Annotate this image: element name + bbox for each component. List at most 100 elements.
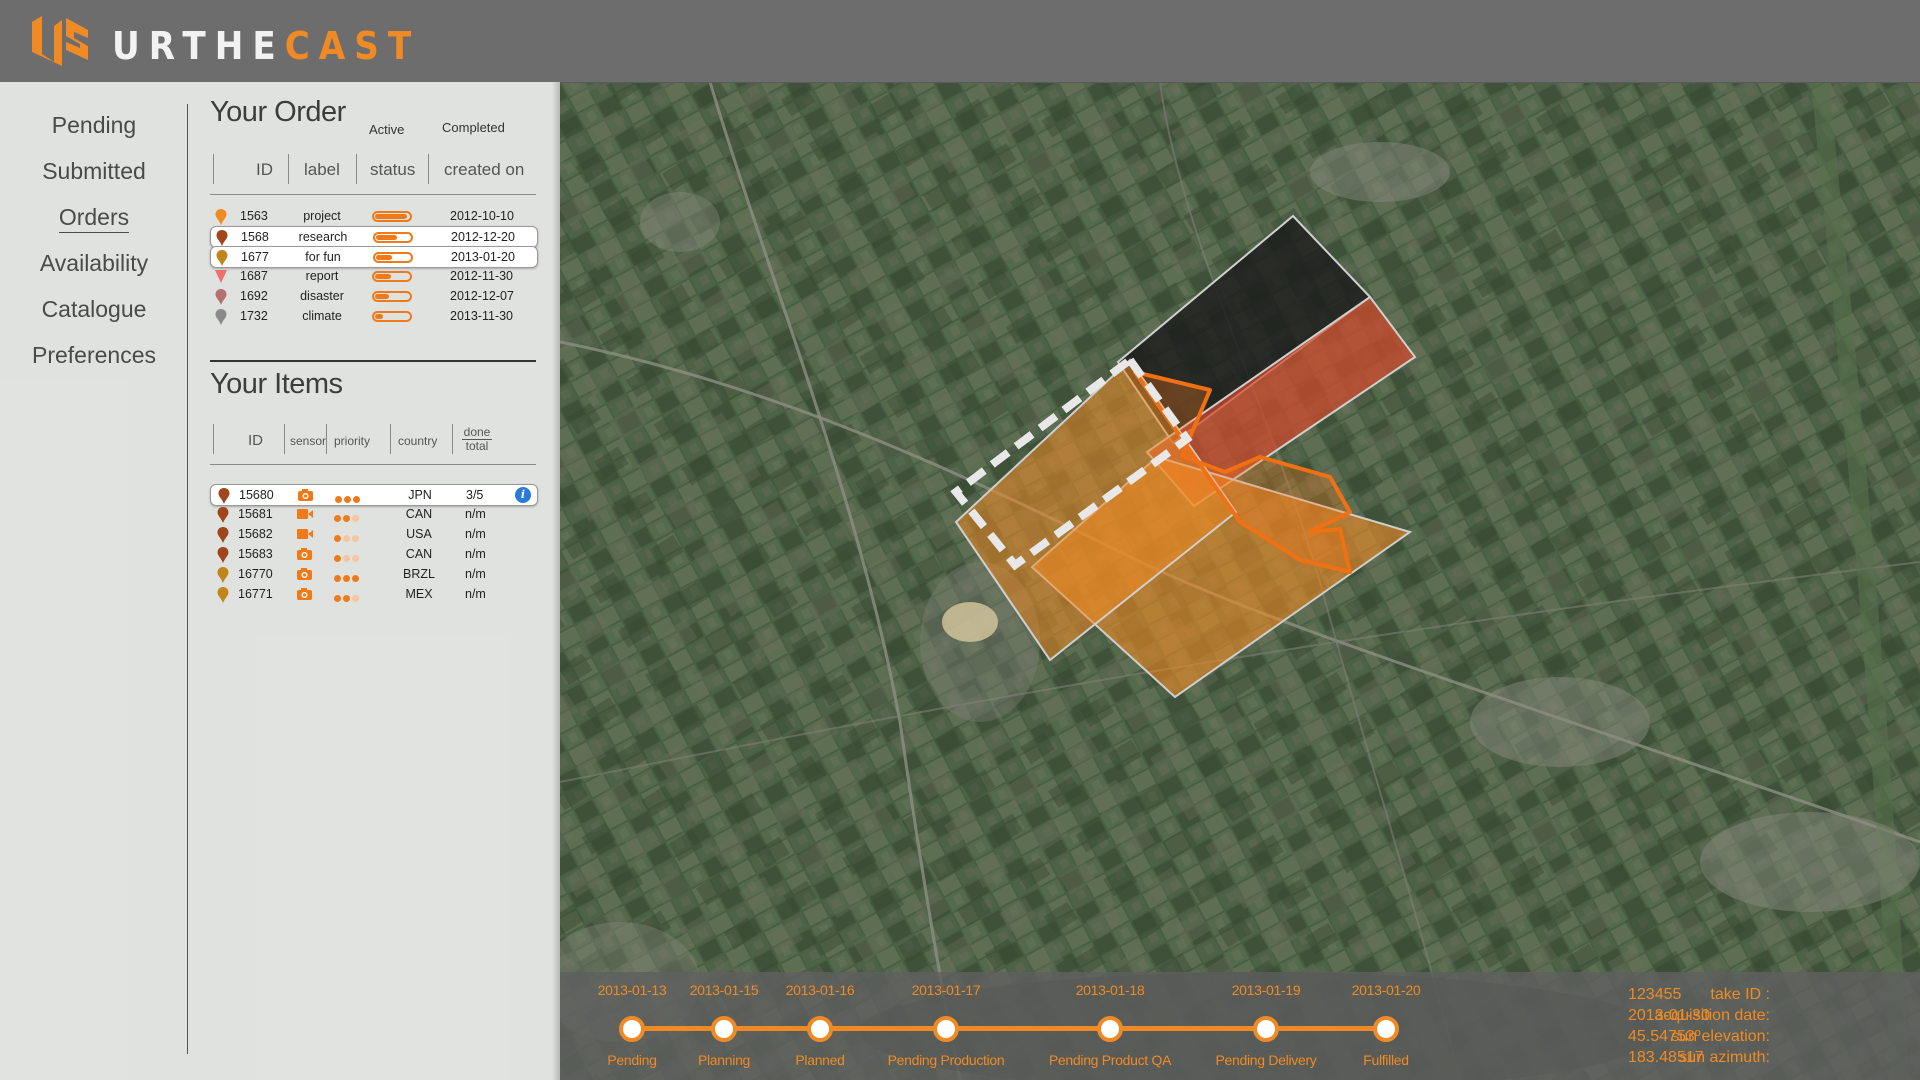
table-header-rule (210, 194, 536, 195)
info-icon[interactable]: i (515, 487, 531, 503)
item-id: 15681 (238, 507, 273, 521)
priority-dot (343, 535, 350, 542)
timeline-node[interactable] (807, 1016, 833, 1042)
order-col-label[interactable]: label (304, 160, 340, 180)
item-row[interactable]: 15681 CAN n/m (210, 504, 536, 526)
order-status-bar (372, 311, 412, 322)
item-row[interactable]: 15682 USA n/m (210, 524, 536, 546)
priority-indicator (334, 571, 361, 585)
order-created-date: 2012-12-07 (450, 289, 514, 303)
order-status-bar (372, 291, 412, 302)
items-col-country[interactable]: country (398, 434, 437, 448)
nav-item-catalogue[interactable]: Catalogue (0, 286, 188, 332)
nav-item-label: Catalogue (41, 296, 147, 322)
timeline-date: 2013-01-20 (1351, 982, 1421, 998)
items-col-done: done (462, 425, 492, 440)
nav-item-label: Preferences (31, 342, 156, 368)
items-col-sensor[interactable]: sensor (290, 434, 326, 448)
timeline-node[interactable] (619, 1016, 645, 1042)
timeline-node[interactable] (711, 1016, 737, 1042)
nav-item-submitted[interactable]: Submitted (0, 148, 188, 194)
order-created-date: 2012-11-30 (450, 269, 514, 283)
nav-item-label: Submitted (42, 158, 146, 184)
satellite-map[interactable] (560, 82, 1920, 1080)
order-label: disaster (300, 289, 344, 303)
order-status-bar (372, 271, 412, 282)
order-created-date: 2013-11-30 (450, 309, 514, 323)
column-divider (213, 424, 214, 454)
item-row[interactable]: 16770 BRZL n/m (210, 564, 536, 586)
item-country: CAN (405, 507, 433, 521)
priority-dot (352, 575, 359, 582)
triangle-marker-icon (215, 270, 227, 283)
map-pin-icon (217, 587, 229, 603)
timeline-node[interactable] (1373, 1016, 1399, 1042)
nav-item-availability[interactable]: Availability (0, 240, 188, 286)
item-row[interactable]: 15683 CAN n/m (210, 544, 536, 566)
map-pin-icon (217, 527, 229, 543)
order-row[interactable]: 1732 climate 2013-11-30 (210, 306, 536, 328)
column-divider (284, 424, 285, 454)
item-row[interactable]: 15680 JPN 3/5 i (210, 484, 538, 506)
timeline-stage-label: Pending Product QA (1048, 1052, 1172, 1068)
nav-item-label: Orders (58, 204, 130, 233)
nav-item-orders[interactable]: Orders (0, 194, 188, 240)
timeline-stage-label: Fulfilled (1363, 1052, 1409, 1068)
order-col-id[interactable]: ID (256, 160, 273, 180)
tab-completed[interactable]: Completed (442, 120, 505, 135)
timeline-stage-label: Pending Delivery (1215, 1052, 1317, 1068)
order-label: climate (302, 309, 342, 323)
side-panel: Pending Submitted Orders Availability Ca… (0, 82, 560, 1080)
order-row[interactable]: 1568 research 2012-12-20 (210, 226, 538, 248)
timeline-node[interactable] (933, 1016, 959, 1042)
items-col-total: total (465, 439, 489, 453)
item-progress: n/m (465, 507, 486, 521)
timeline-node[interactable] (1097, 1016, 1123, 1042)
order-col-status[interactable]: status (370, 160, 415, 180)
order-row[interactable]: 1687 report 2012-11-30 (210, 266, 536, 288)
priority-dot (334, 555, 341, 562)
order-status-bar (373, 252, 413, 263)
order-label: project (303, 209, 341, 223)
order-id: 1568 (241, 230, 269, 244)
map-pin-icon (216, 230, 228, 246)
video-icon (297, 529, 313, 539)
item-id: 16771 (238, 587, 273, 601)
order-id: 1677 (241, 250, 269, 264)
order-row[interactable]: 1563 project 2012-10-10 (210, 206, 536, 228)
column-divider (326, 424, 327, 454)
items-col-priority[interactable]: priority (334, 434, 370, 448)
order-col-created[interactable]: created on (444, 160, 524, 180)
nav-item-preferences[interactable]: Preferences (0, 332, 188, 378)
table-header-rule (210, 464, 536, 465)
timeline-date: 2013-01-17 (911, 982, 981, 998)
nav-item-label: Pending (51, 112, 137, 138)
order-id: 1732 (240, 309, 268, 323)
order-row[interactable]: 1692 disaster 2012-12-07 (210, 286, 536, 308)
item-country: USA (406, 527, 432, 541)
video-icon (297, 509, 313, 519)
column-divider (452, 424, 453, 454)
main-nav: Pending Submitted Orders Availability Ca… (0, 102, 188, 378)
items-col-done-total[interactable]: done total (462, 426, 492, 453)
timeline-node[interactable] (1253, 1016, 1279, 1042)
map-pin-icon (215, 209, 227, 225)
item-id: 15682 (238, 527, 273, 541)
urthecast-logo-icon[interactable] (30, 14, 90, 66)
item-row[interactable]: 16771 MEX n/m (210, 584, 536, 606)
tab-active[interactable]: Active (369, 122, 404, 137)
priority-dot (334, 595, 341, 602)
order-row[interactable]: 1677 for fun 2013-01-20 (210, 246, 538, 268)
order-section-title: Your Order (210, 96, 346, 128)
brand-wordmark-part1: URTHE (112, 24, 285, 68)
priority-dot (352, 515, 359, 522)
order-timeline: 2013-01-13 Pending 2013-01-15 Planning 2013-… (560, 972, 1920, 1080)
items-col-id[interactable]: ID (248, 432, 263, 449)
nav-item-pending[interactable]: Pending (0, 102, 188, 148)
order-id: 1692 (240, 289, 268, 303)
order-label: for fun (305, 250, 341, 264)
brand-wordmark-part2: CAST (284, 24, 421, 68)
order-created-date: 2013-01-20 (451, 250, 515, 264)
map-canvas[interactable] (560, 82, 1920, 1080)
order-status-fill (375, 294, 389, 299)
